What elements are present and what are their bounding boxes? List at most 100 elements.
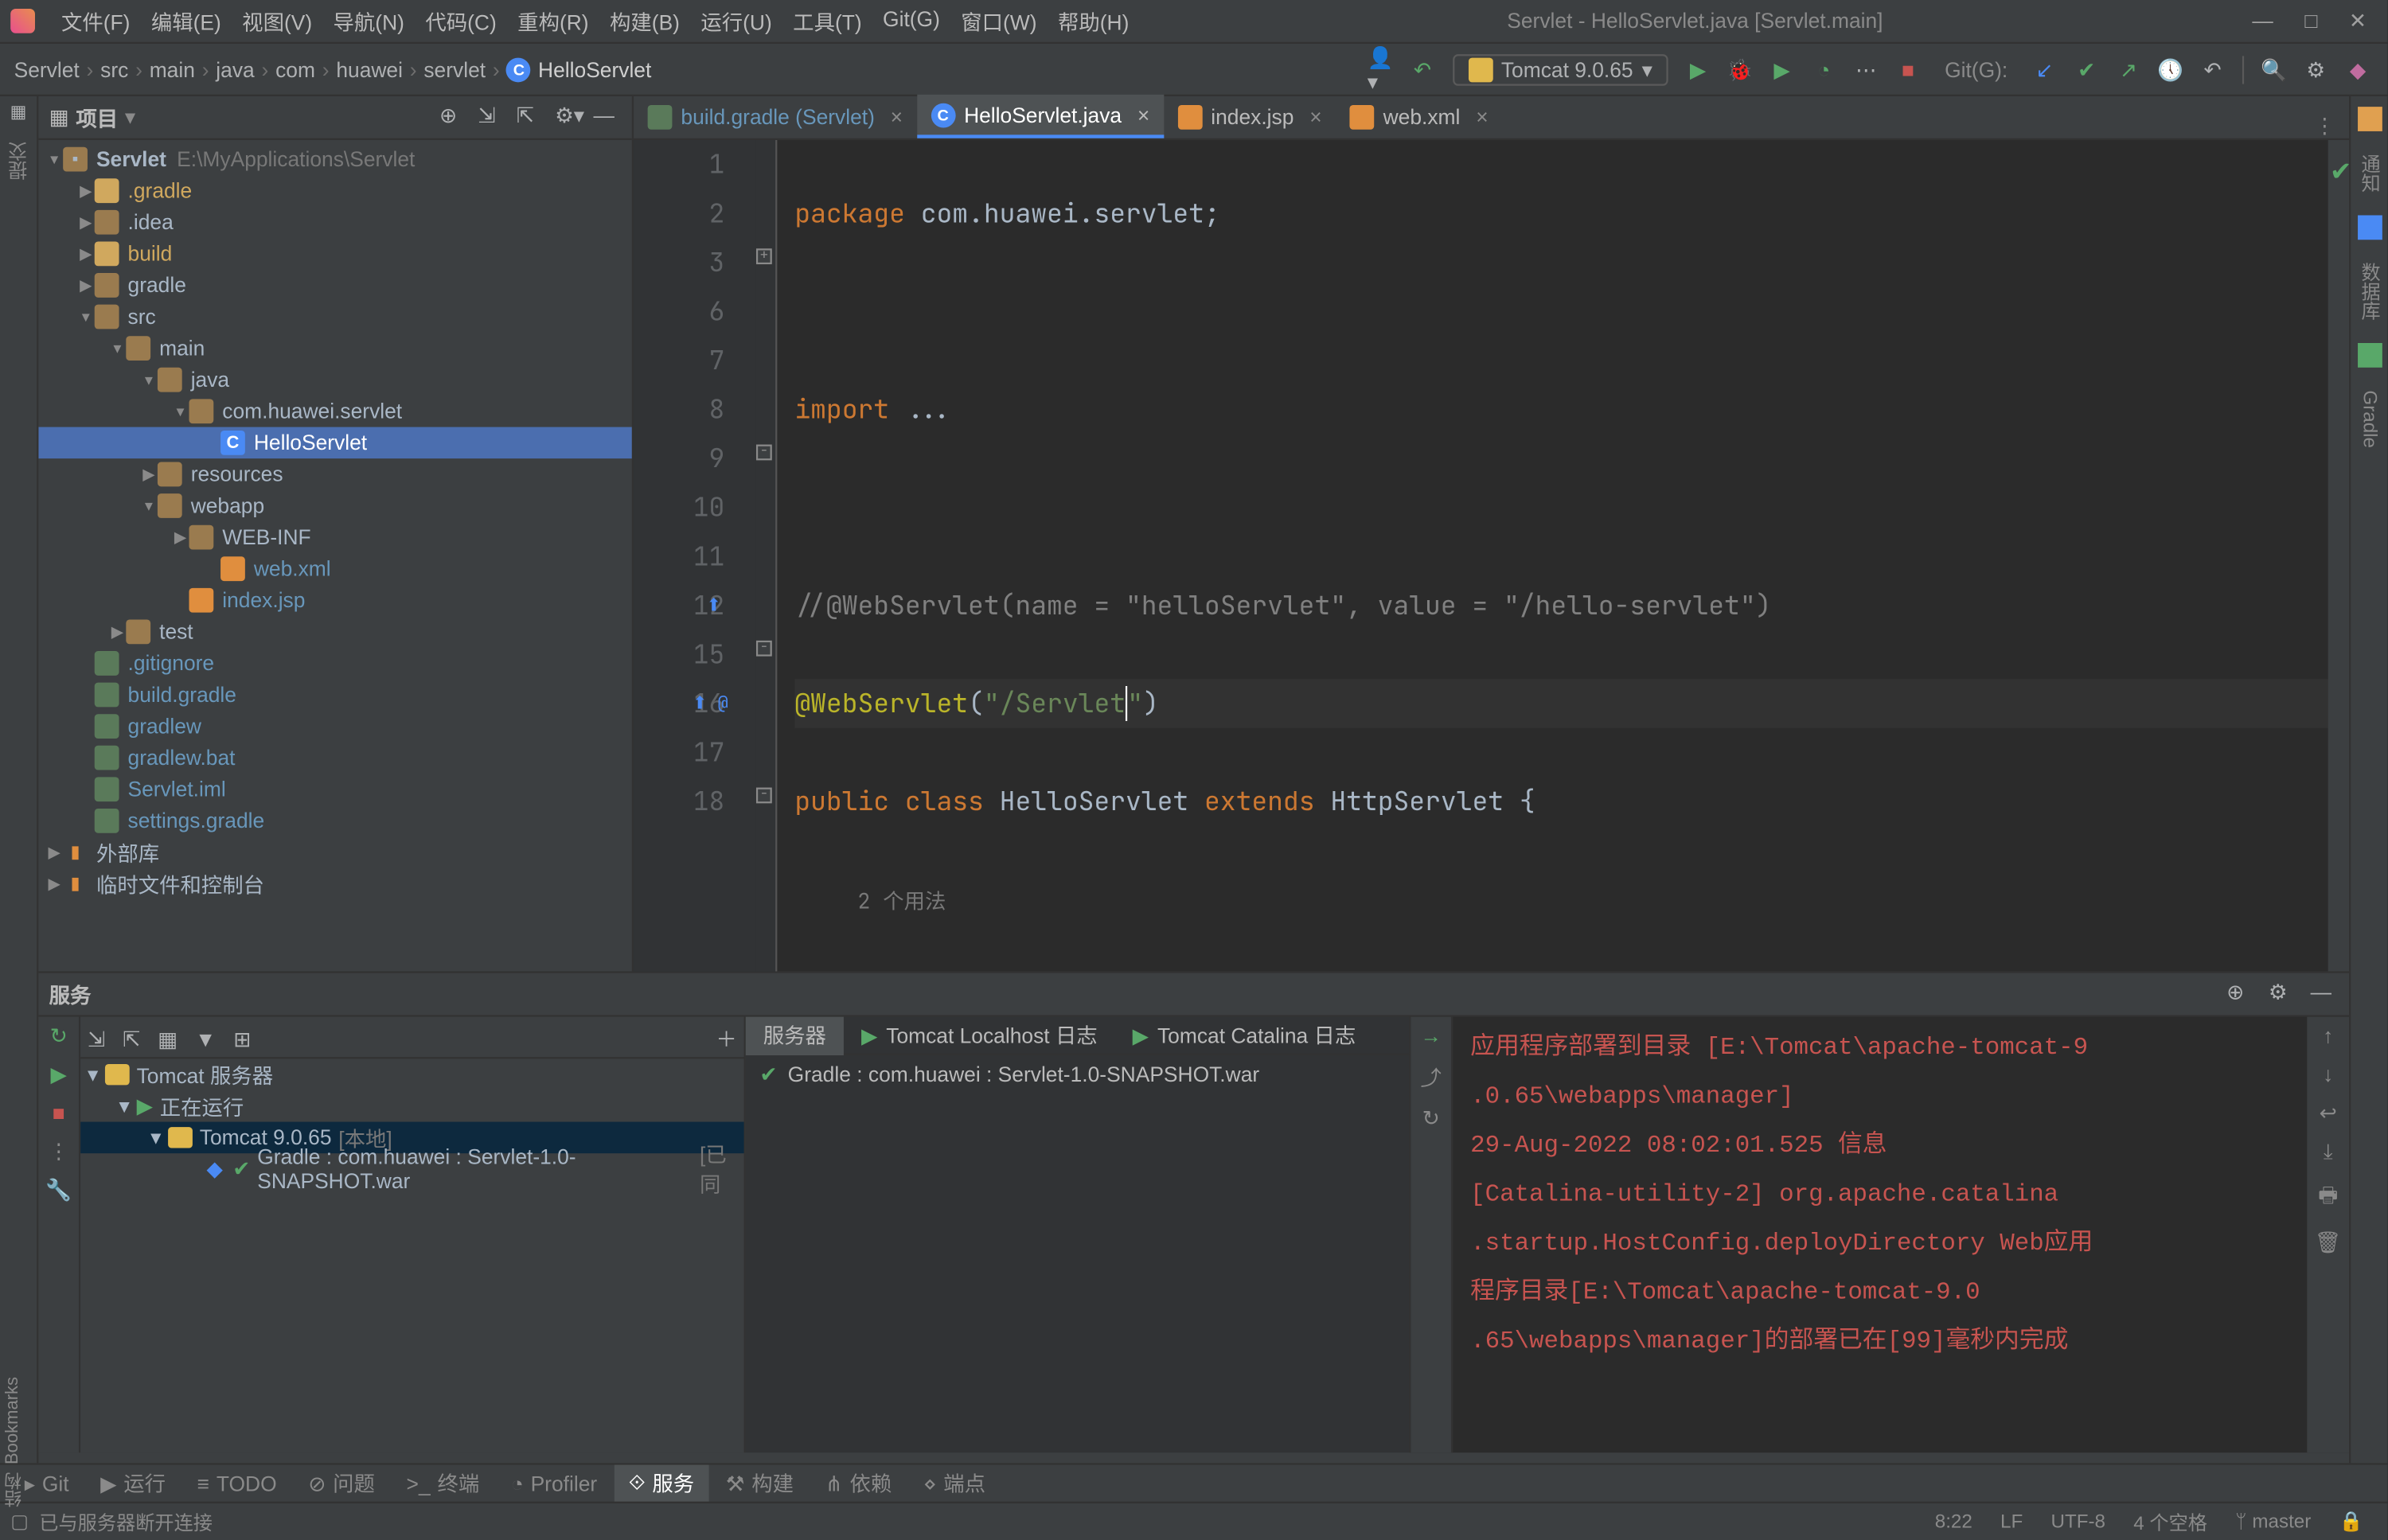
bottom-tab[interactable]: ⚒构建 <box>712 1464 807 1502</box>
breadcrumb-item[interactable]: huawei <box>336 57 403 81</box>
debug-button[interactable]: 🐞 <box>1727 57 1752 81</box>
maximize-button[interactable]: □ <box>2304 9 2317 33</box>
indent[interactable]: 4 个空格 <box>2120 1507 2222 1535</box>
line-number[interactable]: 6 <box>634 287 724 337</box>
editor-tab[interactable]: build.gradle (Servlet)× <box>634 95 917 138</box>
user-icon[interactable]: 👤▾ <box>1368 57 1393 81</box>
profile-button[interactable]: ◔ <box>1812 57 1836 81</box>
add-icon[interactable]: ＋ <box>716 1023 736 1053</box>
breadcrumb-item[interactable]: servlet <box>423 57 486 81</box>
line-number[interactable]: 2 <box>634 189 724 238</box>
expand-all-icon[interactable]: ⇲ <box>478 103 505 131</box>
line-number[interactable]: 16⬆ @ <box>634 679 724 728</box>
breadcrumb-current[interactable]: HelloServlet <box>538 57 651 81</box>
hide-panel-icon[interactable]: — <box>593 103 621 131</box>
tab-close-icon[interactable]: × <box>1309 104 1321 129</box>
tree-node[interactable]: Servlet <box>96 147 166 172</box>
tree-node[interactable]: index.jsp <box>38 584 631 616</box>
console-output[interactable]: 应用程序部署到目录 [E:\Tomcat\apache-tomcat-9.0.6… <box>1453 1017 2307 1453</box>
tree-node[interactable]: ▾com.huawei.servlet <box>38 396 631 427</box>
database-icon[interactable] <box>2357 215 2382 240</box>
override-icon[interactable]: ⬆ @ <box>693 679 728 728</box>
menu-item[interactable]: 运行(U) <box>692 2 780 39</box>
editor-tab[interactable]: web.xml× <box>1336 95 1502 138</box>
git-commit-icon[interactable]: ✔ <box>2074 57 2099 81</box>
code-area[interactable]: package com.huawei.servlet; import ... /… <box>777 140 2328 972</box>
line-number[interactable]: 1 <box>634 140 724 189</box>
line-separator[interactable]: LF <box>1986 1511 2036 1532</box>
list-item[interactable]: Tomcat 服务器 <box>137 1059 274 1089</box>
scroll-up-icon[interactable]: → <box>1420 1023 1441 1048</box>
line-number[interactable]: 17 <box>634 728 724 778</box>
tree-node[interactable]: .gitignore <box>38 648 631 680</box>
bottom-tab[interactable]: ▶运行 <box>87 1464 180 1502</box>
tab-close-icon[interactable]: × <box>1476 104 1488 129</box>
gradle-tab[interactable]: Gradle <box>2359 381 2379 457</box>
database-tab[interactable]: 数据库 <box>2355 254 2383 329</box>
commit-tool-tab[interactable]: 提交 <box>4 133 32 189</box>
structure-tab[interactable]: 结构 <box>2 1472 27 1507</box>
open-icon[interactable]: ⤴ <box>1420 1062 1441 1092</box>
scroll-target-icon[interactable]: ⊕ <box>2226 980 2254 1008</box>
panel-settings-icon[interactable]: ⚙▾ <box>555 103 583 131</box>
tree-arrow-icon[interactable]: ▶ <box>172 528 189 547</box>
run-config-selector[interactable]: Tomcat 9.0.65 ▾ <box>1452 53 1668 85</box>
tree-node[interactable]: build.gradle <box>38 679 631 711</box>
breadcrumb-item[interactable]: Servlet <box>14 57 80 81</box>
clear-icon[interactable]: 🗑 <box>2315 1230 2342 1255</box>
refresh-icon[interactable]: ↻ <box>1422 1106 1440 1131</box>
tree-node[interactable]: ▶test <box>38 616 631 648</box>
tree-arrow-icon[interactable]: ▾ <box>77 307 95 326</box>
tree-node[interactable]: settings.gradle <box>38 805 631 837</box>
project-tool-tab-icon[interactable]: ▦ <box>10 103 27 123</box>
up-icon[interactable]: ↑ <box>2323 1023 2333 1048</box>
menu-item[interactable]: 导航(N) <box>325 2 413 39</box>
select-opened-icon[interactable]: ⊕ <box>439 103 467 131</box>
tree-node[interactable]: ▶gradle <box>38 270 631 302</box>
line-number[interactable]: 11 <box>634 532 724 581</box>
group-icon[interactable]: ▦ <box>158 1027 178 1051</box>
menu-item[interactable]: 代码(C) <box>416 2 505 39</box>
tree-node[interactable]: ▶resources <box>38 458 631 490</box>
line-number[interactable]: 18 <box>634 777 724 826</box>
breadcrumb-item[interactable]: main <box>150 57 195 81</box>
menu-item[interactable]: Git(G) <box>874 2 949 39</box>
menu-item[interactable]: 重构(R) <box>509 2 597 39</box>
bottom-tab[interactable]: ◔Profiler <box>497 1464 611 1502</box>
search-icon[interactable]: 🔍 <box>2261 57 2286 81</box>
tree-node[interactable]: ▾java <box>38 364 631 396</box>
tree-node[interactable]: ▶.idea <box>38 206 631 238</box>
bottom-tab[interactable]: ⟐服务 <box>615 1464 708 1502</box>
back-arrow-icon[interactable]: ↶ <box>1411 57 1435 81</box>
breadcrumb-item[interactable]: java <box>216 57 254 81</box>
more-run-icon[interactable]: ⋯ <box>1854 57 1879 81</box>
tree-node[interactable]: gradlew.bat <box>38 742 631 774</box>
line-number[interactable]: 10 <box>634 483 724 532</box>
collapse-icon[interactable]: ⇱ <box>123 1027 140 1051</box>
tree-arrow-icon[interactable]: ▾ <box>140 496 158 515</box>
menu-item[interactable]: 视图(V) <box>233 2 321 39</box>
collapse-all-icon[interactable]: ⇱ <box>517 103 544 131</box>
tree-arrow-icon[interactable]: ▶ <box>77 244 95 263</box>
bookmarks-tab[interactable]: Bookmarks <box>2 1377 27 1464</box>
notifications-icon[interactable] <box>2357 107 2382 131</box>
filter-icon[interactable]: ▼ <box>195 1027 216 1051</box>
minimize-button[interactable]: — <box>2252 9 2273 33</box>
file-encoding[interactable]: UTF-8 <box>2037 1511 2120 1532</box>
tab-localhost-log[interactable]: ▶Tomcat Localhost 日志 <box>844 1016 1115 1055</box>
git-branch[interactable]: ᛘ master <box>2222 1511 2325 1532</box>
tab-close-icon[interactable]: × <box>891 104 903 129</box>
line-number[interactable]: 9 <box>634 434 724 483</box>
fold-marker-icon[interactable]: − <box>756 445 772 461</box>
tree-arrow-icon[interactable]: ▶ <box>140 465 158 484</box>
git-history-icon[interactable]: 🕔 <box>2158 57 2183 81</box>
tree-node[interactable]: ▶▮外部库 <box>38 836 631 868</box>
wrench-icon[interactable]: 🔧 <box>45 1178 72 1203</box>
override-up-icon[interactable]: ⬆ <box>707 581 721 630</box>
tree-node[interactable]: gradlew <box>38 711 631 743</box>
tree-arrow-icon[interactable]: ▶ <box>77 275 95 294</box>
panel-settings-icon[interactable]: ⚙ <box>2269 980 2296 1008</box>
expand-icon[interactable]: ⇲ <box>88 1027 105 1051</box>
tree-node[interactable]: ▶WEB-INF <box>38 521 631 553</box>
fold-marker-icon[interactable]: − <box>756 641 772 657</box>
